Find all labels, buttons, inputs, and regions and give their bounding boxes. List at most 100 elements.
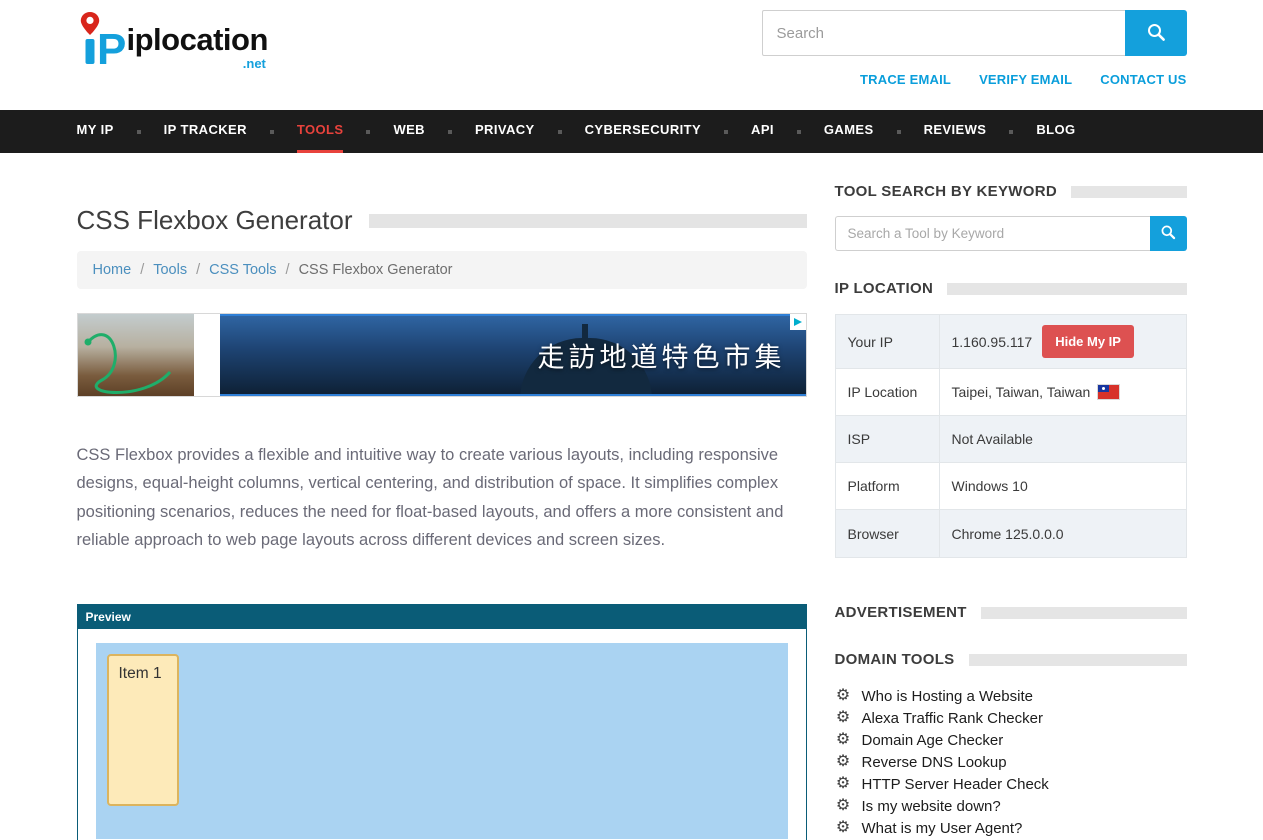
heading-decorative-bar <box>947 283 1186 295</box>
flex-item-label: Item 1 <box>119 665 162 682</box>
site-header: P iplocation .net <box>0 0 1263 110</box>
domain-tool-link[interactable]: Alexa Traffic Rank Checker <box>862 710 1043 727</box>
ad-left-image <box>78 314 194 396</box>
list-item[interactable]: ⚙ What is my User Agent? <box>835 817 1187 839</box>
nav-separator <box>558 130 562 134</box>
header-links: TRACE EMAIL VERIFY EMAIL CONTACT US <box>860 72 1186 87</box>
browser-value: Chrome 125.0.0.0 <box>952 526 1064 542</box>
list-item[interactable]: ⚙ Who is Hosting a Website <box>835 685 1187 707</box>
breadcrumb-separator: / <box>196 262 200 278</box>
nav-item-privacy[interactable]: PRIVACY <box>475 110 535 153</box>
list-item[interactable]: ⚙ Is my website down? <box>835 795 1187 817</box>
table-row: Browser Chrome 125.0.0.0 <box>836 510 1186 557</box>
nav-separator <box>448 130 452 134</box>
platform-value: Windows 10 <box>952 478 1028 494</box>
hide-my-ip-button[interactable]: Hide My IP <box>1042 325 1134 358</box>
domain-tool-link[interactable]: Reverse DNS Lookup <box>862 754 1007 771</box>
search-button[interactable] <box>1125 10 1187 56</box>
ip-info-table: Your IP 1.160.95.117 Hide My IP IP Locat… <box>835 314 1187 558</box>
tool-description: CSS Flexbox provides a flexible and intu… <box>77 441 807 555</box>
domain-tool-link[interactable]: What is my User Agent? <box>862 820 1023 837</box>
flex-preview-container: Item 1 <box>96 643 788 839</box>
nav-separator <box>797 130 801 134</box>
row-label: ISP <box>836 416 940 462</box>
nav-item-my-ip[interactable]: MY IP <box>77 110 114 153</box>
nav-item-cybersecurity[interactable]: CYBERSECURITY <box>585 110 701 153</box>
gear-icon: ⚙ <box>835 732 852 748</box>
search-input[interactable] <box>762 10 1125 56</box>
table-row: Platform Windows 10 <box>836 463 1186 510</box>
main-column: CSS Flexbox Generator Home / Tools / CSS… <box>77 183 807 840</box>
domain-tools-list: ⚙ Who is Hosting a Website ⚙ Alexa Traff… <box>835 685 1187 839</box>
logo[interactable]: P iplocation .net <box>77 10 268 87</box>
taiwan-flag-icon <box>1098 385 1119 399</box>
preview-panel: Preview Item 1 <box>77 604 807 840</box>
nav-item-web[interactable]: WEB <box>393 110 425 153</box>
isp-value: Not Available <box>952 431 1033 447</box>
title-decorative-bar <box>369 214 807 228</box>
search-icon <box>1146 22 1166 45</box>
nav-separator <box>366 130 370 134</box>
verify-email-link[interactable]: VERIFY EMAIL <box>979 72 1072 87</box>
table-row: ISP Not Available <box>836 416 1186 463</box>
list-item[interactable]: ⚙ Domain Age Checker <box>835 729 1187 751</box>
gear-icon: ⚙ <box>835 798 852 814</box>
gear-icon: ⚙ <box>835 776 852 792</box>
breadcrumb-tools[interactable]: Tools <box>153 262 187 278</box>
domain-tool-link[interactable]: HTTP Server Header Check <box>862 776 1049 793</box>
nav-item-ip-tracker[interactable]: IP TRACKER <box>164 110 247 153</box>
flex-preview-item[interactable]: Item 1 <box>107 654 179 806</box>
domain-tool-link[interactable]: Is my website down? <box>862 798 1001 815</box>
ad-main-image: 走訪地道特色市集 <box>220 314 806 396</box>
table-row: Your IP 1.160.95.117 Hide My IP <box>836 315 1186 369</box>
nav-item-api[interactable]: API <box>751 110 774 153</box>
nav-item-blog[interactable]: BLOG <box>1036 110 1075 153</box>
nav-item-games[interactable]: GAMES <box>824 110 874 153</box>
logo-icon: P <box>77 10 125 68</box>
breadcrumb-home[interactable]: Home <box>93 262 132 278</box>
nav-separator <box>270 130 274 134</box>
gear-icon: ⚙ <box>835 820 852 836</box>
preview-label: Preview <box>86 610 131 624</box>
nav-item-tools[interactable]: TOOLS <box>297 110 344 153</box>
heading-decorative-bar <box>981 607 1187 619</box>
ad-banner[interactable]: 走訪地道特色市集 <box>77 313 807 397</box>
preview-body: Item 1 <box>78 629 806 840</box>
nav-separator <box>724 130 728 134</box>
breadcrumb-separator: / <box>286 262 290 278</box>
domain-tool-link[interactable]: Domain Age Checker <box>862 732 1004 749</box>
nav-separator <box>1009 130 1013 134</box>
header-search <box>762 10 1187 56</box>
your-ip-value: 1.160.95.117 <box>952 334 1033 350</box>
nav-item-reviews[interactable]: REVIEWS <box>924 110 987 153</box>
list-item[interactable]: ⚙ HTTP Server Header Check <box>835 773 1187 795</box>
row-label: Browser <box>836 510 940 557</box>
breadcrumb-css-tools[interactable]: CSS Tools <box>209 262 276 278</box>
tool-search <box>835 216 1187 251</box>
list-item[interactable]: ⚙ Reverse DNS Lookup <box>835 751 1187 773</box>
adchoices-icon[interactable] <box>790 314 806 330</box>
trace-email-link[interactable]: TRACE EMAIL <box>860 72 951 87</box>
page-title: CSS Flexbox Generator <box>77 205 353 236</box>
tool-search-button[interactable] <box>1150 216 1187 251</box>
domain-tool-link[interactable]: Who is Hosting a Website <box>862 688 1033 705</box>
row-label: Your IP <box>836 315 940 368</box>
tool-search-input[interactable] <box>835 216 1150 251</box>
sidebar: TOOL SEARCH BY KEYWORD IP LOCATION Your … <box>835 183 1187 840</box>
nav-separator <box>137 130 141 134</box>
nav-separator <box>897 130 901 134</box>
search-icon <box>1160 224 1176 243</box>
breadcrumb: Home / Tools / CSS Tools / CSS Flexbox G… <box>77 251 807 289</box>
ip-location-heading: IP LOCATION <box>835 280 1187 297</box>
logo-tld: .net <box>243 56 266 71</box>
list-item[interactable]: ⚙ Alexa Traffic Rank Checker <box>835 707 1187 729</box>
tool-search-heading: TOOL SEARCH BY KEYWORD <box>835 183 1187 200</box>
breadcrumb-current: CSS Flexbox Generator <box>299 262 453 278</box>
ip-location-value: Taipei, Taiwan, Taiwan <box>952 384 1091 400</box>
gear-icon: ⚙ <box>835 754 852 770</box>
logo-text: iplocation .net <box>127 24 268 71</box>
page: P iplocation .net <box>0 0 1263 840</box>
contact-us-link[interactable]: CONTACT US <box>1100 72 1186 87</box>
domain-tools-heading: DOMAIN TOOLS <box>835 651 1187 668</box>
advertisement-heading: ADVERTISEMENT <box>835 604 1187 621</box>
